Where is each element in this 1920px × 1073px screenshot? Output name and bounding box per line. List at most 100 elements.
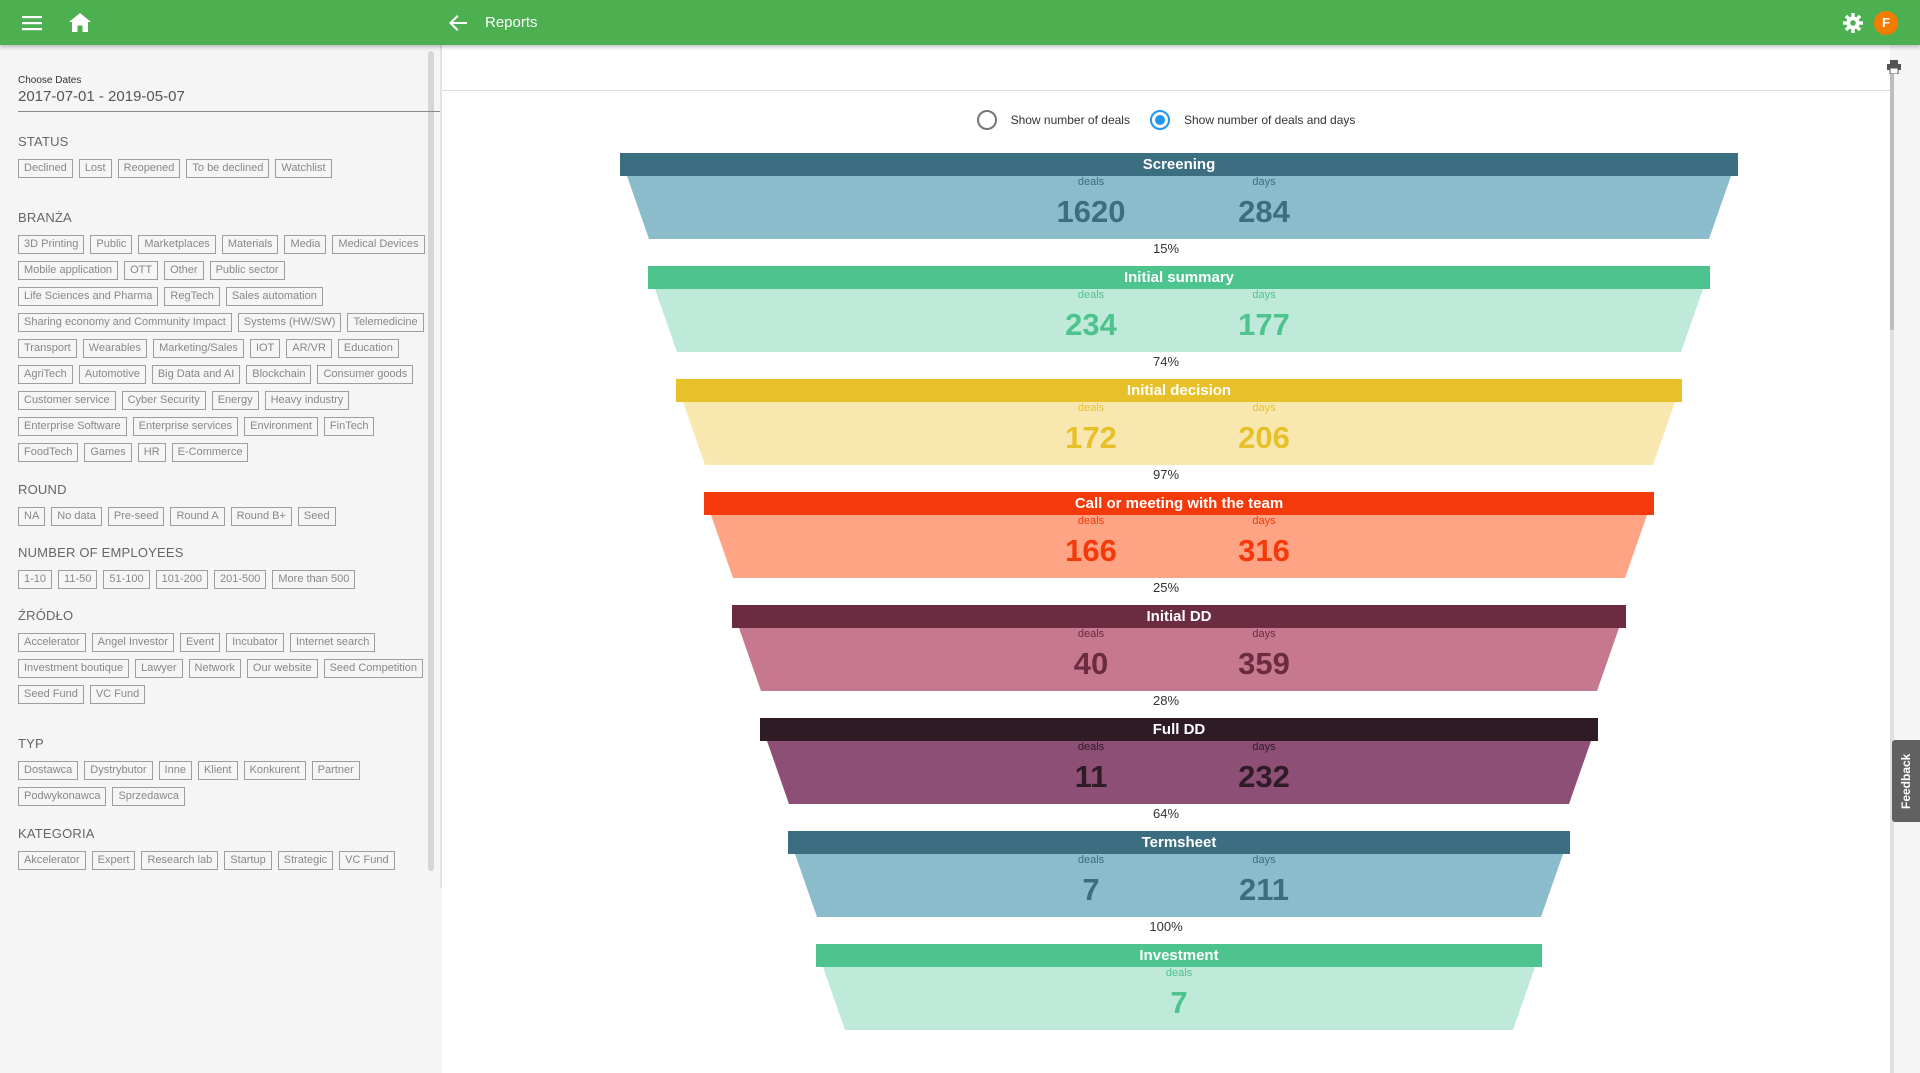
page-title: Reports [485, 14, 538, 31]
filter-chip[interactable]: AR/VR [286, 339, 332, 358]
filter-chip[interactable]: Education [337, 339, 399, 358]
filter-chip[interactable]: RegTech [164, 287, 220, 306]
filter-chip[interactable]: Consumer goods [317, 365, 414, 384]
filter-chip[interactable]: Akcelerator [18, 851, 86, 870]
filter-chip[interactable]: Energy [211, 391, 259, 410]
home-icon[interactable] [60, 0, 100, 45]
filter-chip[interactable]: Blockchain [246, 365, 312, 384]
filter-chip[interactable]: HR [137, 443, 166, 462]
filter-chip[interactable]: Wearables [82, 339, 148, 358]
filter-chip[interactable]: VC Fund [89, 685, 146, 704]
filter-chip[interactable]: Seed Competition [323, 659, 424, 678]
filter-chip[interactable]: Lawyer [135, 659, 183, 678]
filter-chip[interactable]: 201-500 [214, 570, 267, 589]
filter-chip[interactable]: E-Commerce [171, 443, 249, 462]
filter-chip[interactable]: NA [18, 507, 46, 526]
radio-deals-and-days[interactable] [1149, 110, 1170, 130]
filter-chip[interactable]: Pre-seed [107, 507, 165, 526]
filter-chip[interactable]: Reopened [117, 159, 181, 178]
filter-chip[interactable]: Customer service [18, 391, 116, 410]
filter-chip[interactable]: Accelerator [18, 633, 86, 652]
filter-chip[interactable]: Network [188, 659, 241, 678]
filter-chip[interactable]: Podwykonawca [18, 787, 107, 806]
filter-chip[interactable]: Other [164, 261, 204, 280]
filter-chip[interactable]: Declined [18, 159, 73, 178]
filter-chip[interactable]: Our website [246, 659, 318, 678]
user-avatar[interactable]: F [1874, 11, 1898, 35]
date-range-value[interactable]: 2017-07-01 - 2019-05-07 [18, 88, 442, 105]
filter-chip[interactable]: Seed [297, 507, 336, 526]
filter-chip[interactable]: Round A [170, 507, 225, 526]
filter-chip[interactable]: Sharing economy and Community Impact [18, 313, 232, 332]
filter-chip[interactable]: IOT [249, 339, 281, 358]
filter-chip[interactable]: Internet search [289, 633, 376, 652]
filter-chip[interactable]: FinTech [323, 417, 375, 436]
menu-icon[interactable] [12, 0, 52, 45]
stage-days-label: days [1252, 515, 1276, 527]
filter-chip[interactable]: Cyber Security [121, 391, 206, 410]
filter-chip[interactable]: Investment boutique [18, 659, 130, 678]
sidebar-scrollbar[interactable] [428, 51, 434, 871]
filter-chip[interactable]: Partner [311, 761, 360, 780]
filter-chip[interactable]: Heavy industry [264, 391, 350, 410]
filter-chip[interactable]: Public [90, 235, 133, 254]
filter-chip[interactable]: 11-50 [58, 570, 98, 589]
filter-chip[interactable]: More than 500 [272, 570, 356, 589]
option-deals-only[interactable]: Show number of deals [976, 110, 1130, 130]
filter-chip[interactable]: Systems (HW/SW) [237, 313, 342, 332]
filter-chip[interactable]: Marketplaces [138, 235, 216, 254]
filter-chip[interactable]: Enterprise services [132, 417, 239, 436]
filter-chip[interactable]: Seed Fund [18, 685, 84, 704]
main-scrollbar-thumb[interactable] [1890, 60, 1894, 330]
filter-chip[interactable]: Environment [244, 417, 318, 436]
filter-chip[interactable]: Public sector [209, 261, 285, 280]
filter-chip[interactable]: Dostawca [18, 761, 79, 780]
filter-section-title: BRANŻA [18, 210, 72, 225]
filter-chip[interactable]: Mobile application [18, 261, 119, 280]
settings-gear-icon[interactable] [1833, 0, 1873, 45]
filter-chip[interactable]: OTT [124, 261, 159, 280]
filter-chip[interactable]: No data [51, 507, 102, 526]
back-arrow-icon[interactable] [438, 0, 478, 45]
filter-chip[interactable]: Sales automation [225, 287, 323, 306]
filter-chip[interactable]: Inne [158, 761, 192, 780]
filter-chip[interactable]: Sprzedawca [112, 787, 185, 806]
filter-chip[interactable]: Klient [197, 761, 238, 780]
filter-chip[interactable]: Medical Devices [332, 235, 425, 254]
filter-chip[interactable]: Research lab [141, 851, 219, 870]
filter-chip[interactable]: Big Data and AI [151, 365, 241, 384]
filter-chip[interactable]: Watchlist [275, 159, 332, 178]
filter-chip[interactable]: VC Fund [339, 851, 395, 870]
filter-chip[interactable]: Automotive [78, 365, 146, 384]
filter-chip[interactable]: 101-200 [155, 570, 208, 589]
feedback-tab[interactable]: Feedback [1892, 740, 1920, 822]
filter-chip[interactable]: Expert [91, 851, 136, 870]
filter-chip[interactable]: Games [84, 443, 132, 462]
filter-chip[interactable]: 3D Printing [18, 235, 85, 254]
filter-chip[interactable]: Dystrybutor [84, 761, 153, 780]
filter-chip[interactable]: Materials [221, 235, 279, 254]
print-icon[interactable] [1887, 60, 1901, 79]
filter-chip[interactable]: Startup [224, 851, 272, 870]
filter-chip[interactable]: Konkurent [243, 761, 306, 780]
filter-chip[interactable]: Round B+ [230, 507, 292, 526]
radio-deals-only[interactable] [976, 110, 997, 130]
filter-chip[interactable]: Life Sciences and Pharma [18, 287, 159, 306]
filter-chip[interactable]: Marketing/Sales [153, 339, 244, 358]
option-deals-and-days[interactable]: Show number of deals and days [1149, 110, 1355, 130]
filter-chip[interactable]: 51-100 [103, 570, 150, 589]
filter-chip[interactable]: To be declined [186, 159, 270, 178]
filter-chip[interactable]: Strategic [277, 851, 334, 870]
filter-chip[interactable]: Transport [18, 339, 77, 358]
filter-chip[interactable]: Media [284, 235, 327, 254]
filter-chip[interactable]: FoodTech [18, 443, 79, 462]
filter-chip[interactable]: Enterprise Software [18, 417, 127, 436]
filter-chip[interactable]: Incubator [226, 633, 284, 652]
date-range-picker[interactable]: Choose Dates 2017-07-01 - 2019-05-07 [18, 75, 442, 112]
filter-chip[interactable]: Telemedicine [347, 313, 424, 332]
filter-chip[interactable]: 1-10 [18, 570, 53, 589]
filter-chip[interactable]: Angel Investor [91, 633, 174, 652]
filter-chip[interactable]: Lost [78, 159, 112, 178]
filter-chip[interactable]: Event [179, 633, 221, 652]
filter-chip[interactable]: AgriTech [18, 365, 73, 384]
